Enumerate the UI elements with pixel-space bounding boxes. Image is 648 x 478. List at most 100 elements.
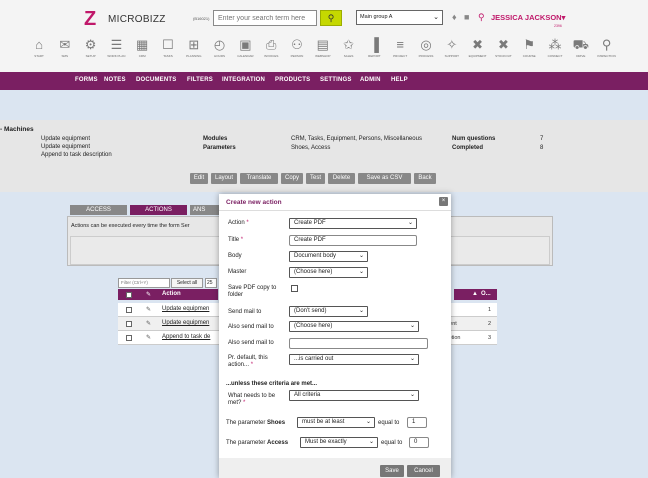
equipment-icon-glyph: ✖: [472, 37, 484, 52]
process-icon[interactable]: ◎ PROCESS: [415, 36, 437, 58]
test-button[interactable]: Test: [306, 173, 325, 184]
column-action[interactable]: Action: [162, 291, 181, 297]
report-icon[interactable]: ▐ REPORT: [363, 36, 385, 58]
pencil-icon[interactable]: ✎: [146, 306, 151, 313]
shoes-value-input[interactable]: 1: [407, 417, 427, 428]
save-pdf-checkbox[interactable]: [291, 285, 298, 292]
nav-admin[interactable]: ADMIN: [360, 77, 381, 83]
invoices-icon[interactable]: ⎙ INVOICES: [260, 36, 282, 58]
master-select[interactable]: (Choose here) ⌄: [289, 267, 368, 278]
start-icon[interactable]: ⌂ START: [28, 36, 50, 58]
icon-label: PERSON: [290, 54, 304, 58]
nav-notes[interactable]: NOTES: [104, 77, 126, 83]
project-icon[interactable]: ≡ PROJECT: [389, 36, 411, 58]
pencil-icon[interactable]: ✎: [146, 334, 151, 341]
back-button[interactable]: Back: [414, 173, 436, 184]
access-operator-select[interactable]: Must be exactly ⌄: [300, 437, 378, 448]
pencil-icon[interactable]: ✎: [146, 320, 151, 327]
sales-icon[interactable]: ✩ SALES: [338, 36, 360, 58]
crm-icon[interactable]: ▦ CRM: [131, 36, 153, 58]
nav-filters[interactable]: FILTERS: [187, 77, 213, 83]
copy-button[interactable]: Copy: [281, 173, 303, 184]
sms-icon[interactable]: ✉ SMS: [54, 36, 76, 58]
chat-icon[interactable]: ■: [464, 12, 469, 22]
row-action-link[interactable]: Append to task de: [162, 334, 210, 340]
row-checkbox[interactable]: [126, 307, 132, 313]
access-value-input[interactable]: 0: [409, 437, 429, 448]
page-size-select[interactable]: 25: [205, 278, 217, 288]
row-checkbox[interactable]: [126, 335, 132, 341]
inspection-icon[interactable]: ⚲ INSPECTION: [596, 36, 618, 58]
connect-icon[interactable]: ⁂ CONNECT: [544, 36, 566, 58]
chevron-down-icon: ⌄: [409, 356, 415, 362]
row-action-link[interactable]: Update equipmen: [162, 306, 209, 312]
row-action-link[interactable]: Update equipmen: [162, 320, 209, 326]
nav-help[interactable]: HELP: [391, 77, 408, 83]
save-as-csv-button[interactable]: Save as CSV: [358, 173, 411, 184]
nav-settings[interactable]: SETTINGS: [320, 77, 352, 83]
select-all-button[interactable]: Select all: [171, 278, 203, 288]
shoes-operator-select[interactable]: must be at least ⌄: [297, 417, 375, 428]
row-order: 2: [488, 321, 492, 327]
drive-icon[interactable]: ⛟ DRIVE: [570, 36, 592, 58]
planning-icon[interactable]: ⊞ PLANNING: [183, 36, 205, 58]
header-checkbox[interactable]: [126, 292, 132, 298]
also-send-select[interactable]: (Choose here) ⌄: [289, 321, 419, 332]
cancel-button[interactable]: Cancel: [407, 465, 440, 477]
title-input[interactable]: Create PDF: [289, 235, 417, 246]
hours-icon[interactable]: ◴ HOURS: [209, 36, 231, 58]
group-select[interactable]: Main group A ⌄: [356, 10, 443, 25]
column-order[interactable]: O...: [481, 291, 491, 297]
completed-value: 8: [540, 145, 544, 151]
course-icon[interactable]: ⚑ COURSE: [518, 36, 540, 58]
equipment-icon[interactable]: ✖ EQUIPMENT: [467, 36, 489, 58]
setup-icon[interactable]: ⚙ SETUP: [80, 36, 102, 58]
work-plan-icon[interactable]: ☰ WORK PLAN: [105, 36, 127, 58]
criteria-select[interactable]: All criteria ⌄: [289, 390, 419, 401]
layout-button[interactable]: Layout: [211, 173, 237, 184]
icon-label: CRM: [138, 54, 146, 58]
close-icon[interactable]: ×: [439, 197, 448, 206]
delete-button[interactable]: Delete: [328, 173, 355, 184]
body-select[interactable]: Document body ⌄: [289, 251, 368, 262]
send-mail-select[interactable]: (Don't send) ⌄: [289, 306, 368, 317]
tab-actions[interactable]: ACTIONS: [130, 205, 187, 215]
tasks-icon[interactable]: ☐ TASKS: [157, 36, 179, 58]
setup-icon-glyph: ⚙: [84, 37, 97, 52]
bell-icon[interactable]: ♦: [452, 12, 457, 22]
edit-button[interactable]: Edit: [190, 173, 208, 184]
webshop-icon[interactable]: ▤ WEBSHOP: [312, 36, 334, 58]
search-button[interactable]: ⚲: [320, 10, 342, 26]
filter-input[interactable]: Filter (Ctrl+Y): [118, 278, 170, 288]
person-icon[interactable]: ⚇ PERSON: [286, 36, 308, 58]
tab-access[interactable]: ACCESS: [70, 205, 127, 215]
chevron-down-icon: ⌄: [358, 253, 364, 259]
save-button[interactable]: Save: [380, 465, 404, 477]
translate-button[interactable]: Translate: [240, 173, 278, 184]
action-select[interactable]: Create PDF ⌄: [289, 218, 417, 229]
tab-answers[interactable]: ANS: [190, 205, 220, 215]
nav-documents[interactable]: DOCUMENTS: [136, 77, 176, 83]
stockout-icon-glyph: ✖: [497, 37, 509, 52]
calendar-icon[interactable]: ▣ CALENDAR: [234, 36, 256, 58]
param-access-label: The parameter Access: [226, 440, 289, 446]
search-input[interactable]: [213, 10, 317, 26]
row-checkbox[interactable]: [126, 321, 132, 327]
chevron-down-icon: ⌄: [409, 323, 415, 329]
icon-label: CALENDAR: [237, 54, 254, 58]
num-questions-value: 7: [540, 136, 544, 142]
param-shoes-label: The parameter Shoes: [226, 420, 286, 426]
nav-integration[interactable]: INTEGRATION: [222, 77, 265, 83]
hours-icon-glyph: ◴: [213, 37, 226, 52]
stockout-icon[interactable]: ✖ STOCKOUT: [492, 36, 514, 58]
row-order: 1: [488, 307, 492, 313]
nav-forms[interactable]: FORMS: [75, 77, 98, 83]
nav-products[interactable]: PRODUCTS: [275, 77, 310, 83]
default-select[interactable]: ...is carried out ⌄: [289, 354, 419, 365]
also-send-input[interactable]: [289, 338, 428, 349]
connect-icon-glyph: ⁂: [548, 37, 562, 52]
support-icon[interactable]: ✧ SUPPORT: [441, 36, 463, 58]
pin-icon[interactable]: ⚲: [478, 12, 485, 23]
row-order: 3: [488, 335, 492, 341]
user-menu[interactable]: JESSICA JACKSON▾: [491, 13, 565, 22]
